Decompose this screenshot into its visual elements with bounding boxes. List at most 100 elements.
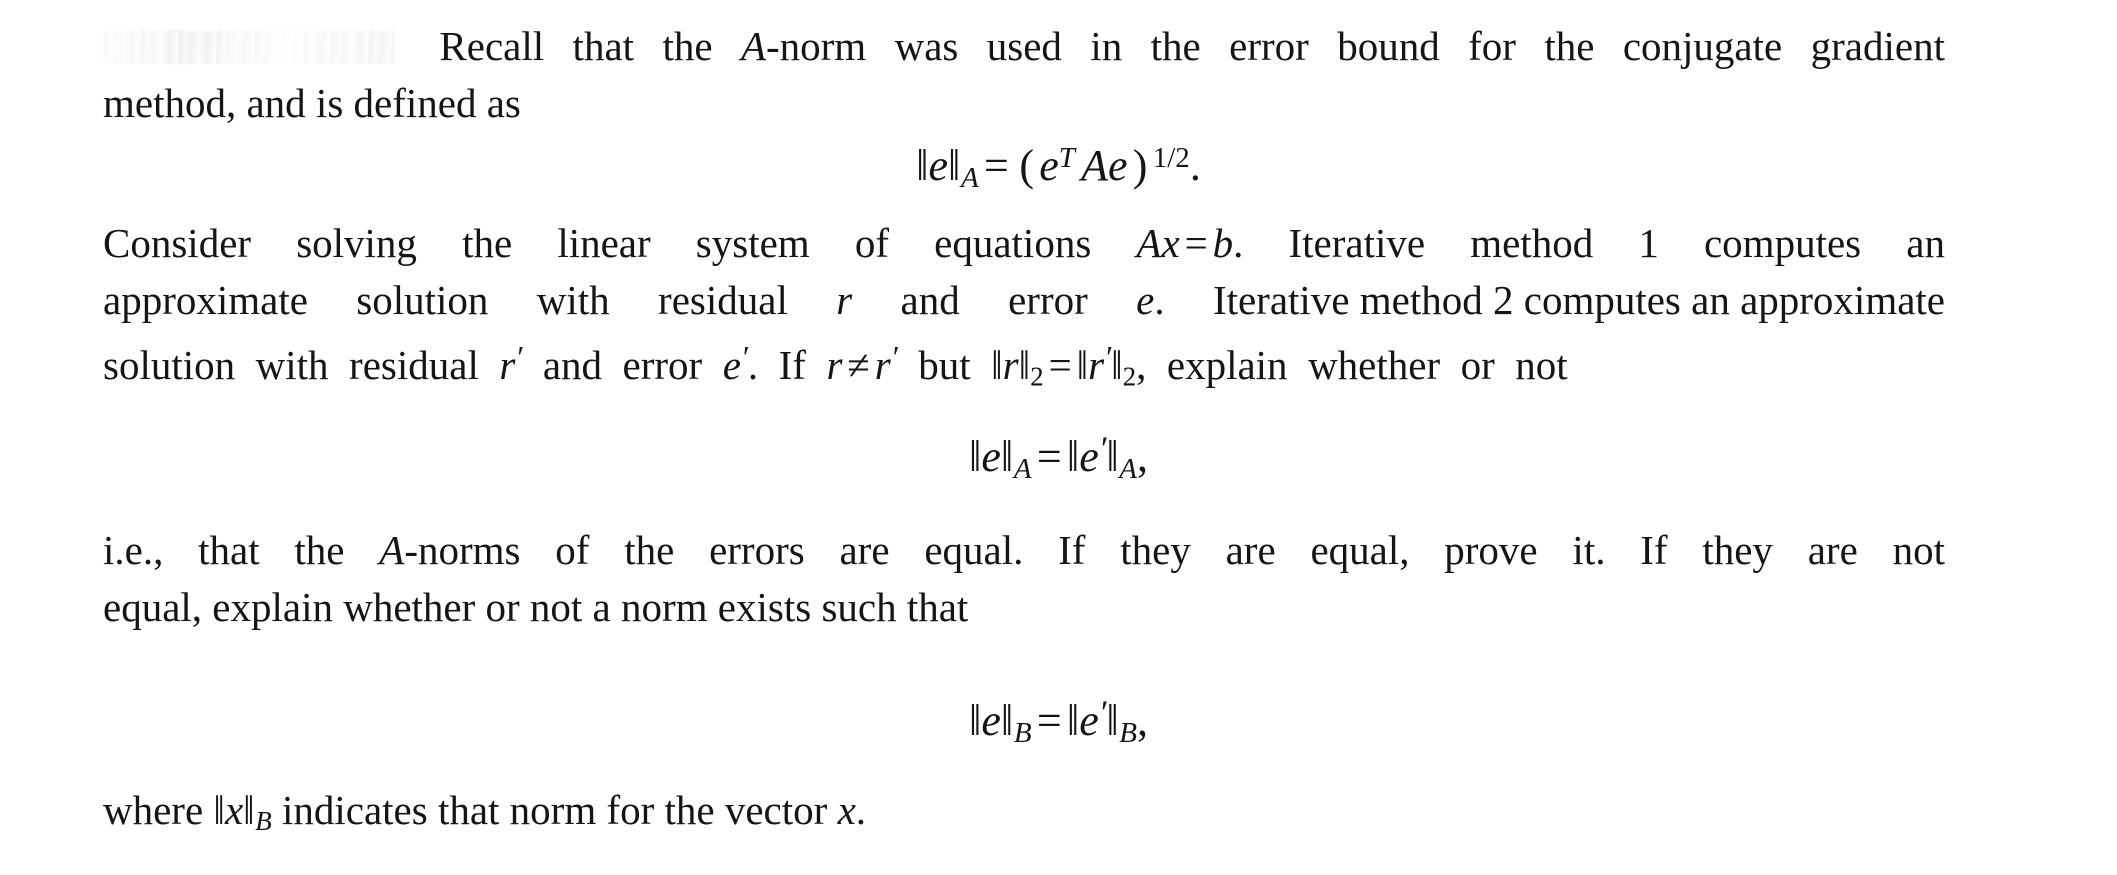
word: i.e., <box>103 527 164 573</box>
word: equations <box>934 220 1092 266</box>
paragraph-ie: i.e., that the A-norms of the errors are… <box>103 522 1945 636</box>
norm-bar-open: ‖ <box>916 141 928 191</box>
word: Iterative <box>1288 220 1426 266</box>
word: and <box>542 341 603 388</box>
inline-math-e-period: e. <box>1136 272 1164 329</box>
math-var-r: r <box>826 341 843 388</box>
paragraph-ie-body: i.e., that the A-norms of the errors are… <box>103 522 1945 636</box>
paragraph-where: where ‖x‖ B indicates that norm for the v… <box>103 782 1945 850</box>
word: residual <box>658 277 788 323</box>
superscript-one-half: 1/2 <box>1152 142 1190 174</box>
word: error <box>622 341 703 388</box>
word: prove <box>1444 527 1538 573</box>
word-run: method, and is defined as <box>103 80 521 126</box>
equation-3-content: ‖e‖ B = ‖e′‖ B, <box>969 693 1148 749</box>
math-var-x: x <box>224 787 244 833</box>
relation-equals: = <box>983 141 1009 191</box>
math-var-r: r <box>1002 341 1019 388</box>
paragraph-consider: Consider solving the linear system of eq… <box>103 215 1945 405</box>
word: not <box>1515 341 1568 388</box>
word: the <box>462 220 513 266</box>
comma: , <box>1136 341 1147 388</box>
norm-bar-close: ‖ <box>1000 431 1013 481</box>
equation-2-content: ‖e‖ A = ‖e′‖ A, <box>969 429 1148 485</box>
norm-bar-close: ‖ <box>1111 341 1122 388</box>
word: the <box>624 527 675 573</box>
period: . <box>1189 141 1201 191</box>
math-var-r-prime: r <box>499 341 516 388</box>
math-italic-A: A <box>740 23 766 69</box>
redaction-block <box>103 30 395 64</box>
inline-math-ax-equals-b: Ax = b. <box>1136 215 1243 272</box>
equation-1-content: ‖e‖ A =(eT Ae) 1/2. <box>916 141 1201 194</box>
relation-equals: = <box>1184 220 1208 266</box>
math-var-b: b <box>1212 220 1234 266</box>
period: . <box>855 787 867 833</box>
norm-bar-close: ‖ <box>1000 695 1013 745</box>
math-var-e: e <box>1079 431 1099 481</box>
word: for <box>1468 23 1516 69</box>
period: . <box>747 341 759 388</box>
word: solution <box>103 341 236 388</box>
math-var-e: e <box>1039 141 1059 191</box>
word: If <box>1640 527 1668 573</box>
word: with <box>255 341 329 388</box>
display-equation-1: ‖e‖ A =(eT Ae) 1/2. <box>0 128 2117 208</box>
word: not <box>1892 527 1945 573</box>
paragraph-where-body: where ‖x‖ B indicates that norm for the v… <box>103 782 1945 850</box>
text-line: Recall that the A-norm was used in the e… <box>103 18 1945 75</box>
word: was <box>894 23 959 69</box>
math-var-A: A <box>1081 141 1108 191</box>
math-var-e: e <box>1136 277 1155 323</box>
subscript-A: A <box>1013 452 1032 485</box>
subscript-B: B <box>255 806 272 837</box>
math-var-x: x <box>837 787 856 833</box>
word: If <box>1058 527 1086 573</box>
word: error <box>1008 277 1088 323</box>
word: equal. <box>924 527 1024 573</box>
word: with <box>536 277 610 323</box>
math-var-r-prime: r <box>874 341 891 388</box>
word: solving <box>296 220 417 266</box>
word: computes <box>1703 220 1862 266</box>
superscript-T: T <box>1058 142 1075 174</box>
document-page: Recall that the A-norm was used in the e… <box>0 0 2117 875</box>
word: residual <box>349 341 479 388</box>
text-line: where ‖x‖ B indicates that norm for the v… <box>103 782 1945 850</box>
relation-equals: = <box>1048 341 1072 388</box>
subscript-A: A <box>1119 452 1137 485</box>
word: gradient <box>1810 23 1945 69</box>
relation-equals: = <box>1036 431 1062 481</box>
word: explain <box>1166 341 1288 388</box>
subscript-B: B <box>1119 716 1137 749</box>
norm-bar-close: ‖ <box>1018 341 1030 388</box>
math-var-e: e <box>1108 141 1128 191</box>
text-line: equal, explain whether or not a norm exi… <box>103 579 1945 636</box>
word: error <box>1229 23 1309 69</box>
math-var-r: r <box>836 277 853 323</box>
word-suffix-norm: -norm <box>765 23 867 69</box>
text-line: i.e., that the A-norms of the errors are… <box>103 522 1945 579</box>
text-line: method, and is defined as <box>103 75 1945 132</box>
math-var-e-prime: e <box>722 341 741 388</box>
math-var-e: e <box>981 695 1001 745</box>
word: are <box>1225 527 1276 573</box>
word: approximate <box>103 277 308 323</box>
paren-open: ( <box>1019 141 1034 191</box>
word: that <box>572 23 635 69</box>
math-var-e: e <box>928 141 949 191</box>
prime-mark: ′ <box>740 340 748 375</box>
subscript-A: A <box>960 162 979 195</box>
display-equation-3: ‖e‖ B = ‖e′‖ B, <box>0 682 2117 763</box>
word: they <box>1702 527 1773 573</box>
word: Consider <box>103 220 252 266</box>
subscript-B: B <box>1013 716 1032 749</box>
inline-math-a-norms: A-norms <box>379 522 520 579</box>
prime-mark: ′ <box>890 340 898 375</box>
norm-bar-close: ‖ <box>1106 695 1118 745</box>
word: the <box>294 527 345 573</box>
text-line: solution with residual r′ and error e′. … <box>103 329 1945 405</box>
norm-bar-open: ‖ <box>1076 341 1088 388</box>
norm-bar-open: ‖ <box>991 341 1002 388</box>
word: If <box>778 341 806 388</box>
